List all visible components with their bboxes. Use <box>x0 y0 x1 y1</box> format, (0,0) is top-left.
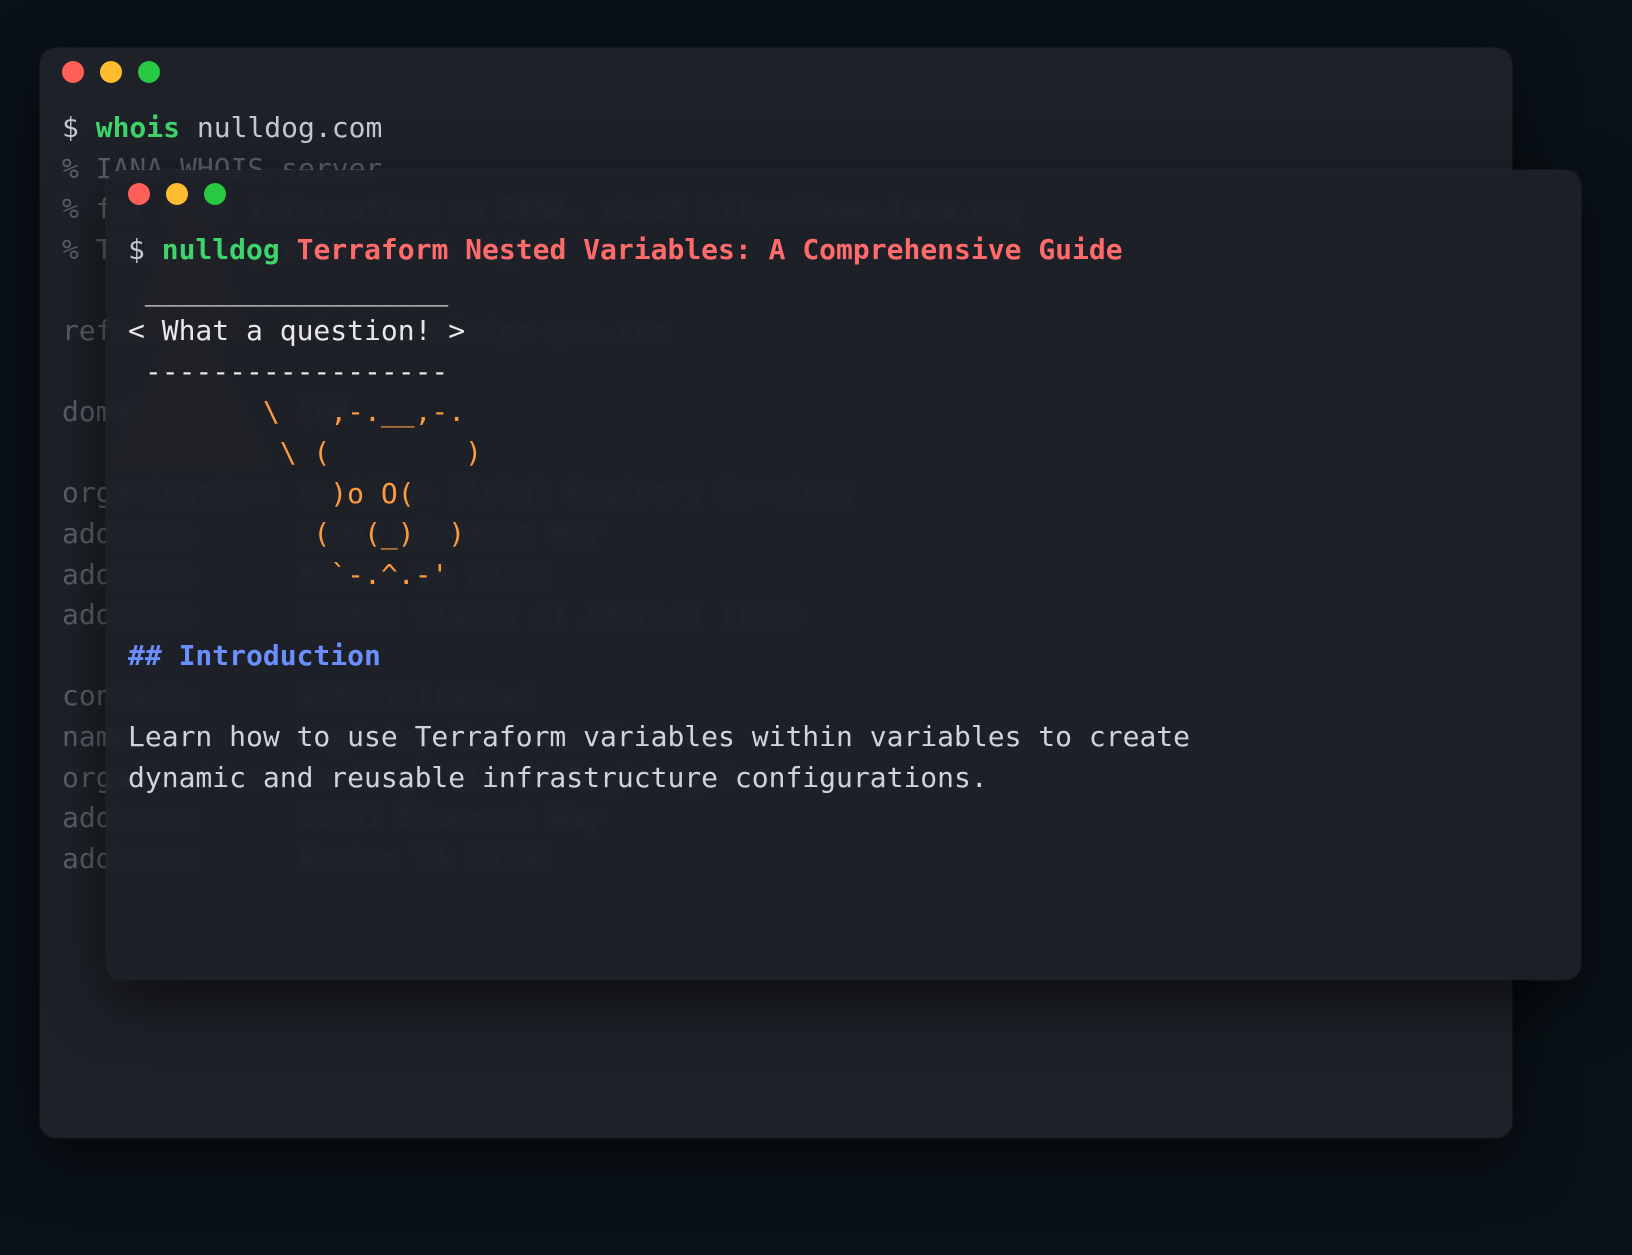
prompt-symbol: $ <box>128 233 145 266</box>
ascii-dog-line-0: \ ,-.__,-. <box>128 395 465 428</box>
command-nulldog: nulldog <box>162 233 280 266</box>
command-whois: whois <box>96 111 180 144</box>
ascii-dog-line-4: `-.^.-' <box>128 558 448 591</box>
ascii-dog-line-1: \ ( ) <box>128 436 482 469</box>
titlebar-back[interactable] <box>40 48 1512 96</box>
close-icon[interactable] <box>62 61 84 83</box>
speech-bubble-text: < What a question! > <box>128 314 465 347</box>
prompt-symbol: $ <box>62 111 79 144</box>
article-title: Terraform Nested Variables: A Comprehens… <box>297 233 1123 266</box>
maximize-icon[interactable] <box>204 183 226 205</box>
intro-paragraph: Learn how to use Terraform variables wit… <box>128 720 1190 794</box>
command-arg: nulldog.com <box>197 111 382 144</box>
speech-bubble-bottom: ------------------ <box>128 355 448 388</box>
terminal-output-front: $ nulldog Terraform Nested Variables: A … <box>106 218 1581 820</box>
ascii-dog-line-2: )o O( <box>128 477 415 510</box>
maximize-icon[interactable] <box>138 61 160 83</box>
close-icon[interactable] <box>128 183 150 205</box>
minimize-icon[interactable] <box>100 61 122 83</box>
titlebar-front[interactable] <box>106 170 1581 218</box>
section-heading-introduction: ## Introduction <box>128 639 381 672</box>
foreground-terminal-window: $ nulldog Terraform Nested Variables: A … <box>106 170 1581 980</box>
minimize-icon[interactable] <box>166 183 188 205</box>
speech-bubble-top: __________________ <box>128 274 448 307</box>
ascii-dog-line-3: ( (_) ) <box>128 517 465 550</box>
